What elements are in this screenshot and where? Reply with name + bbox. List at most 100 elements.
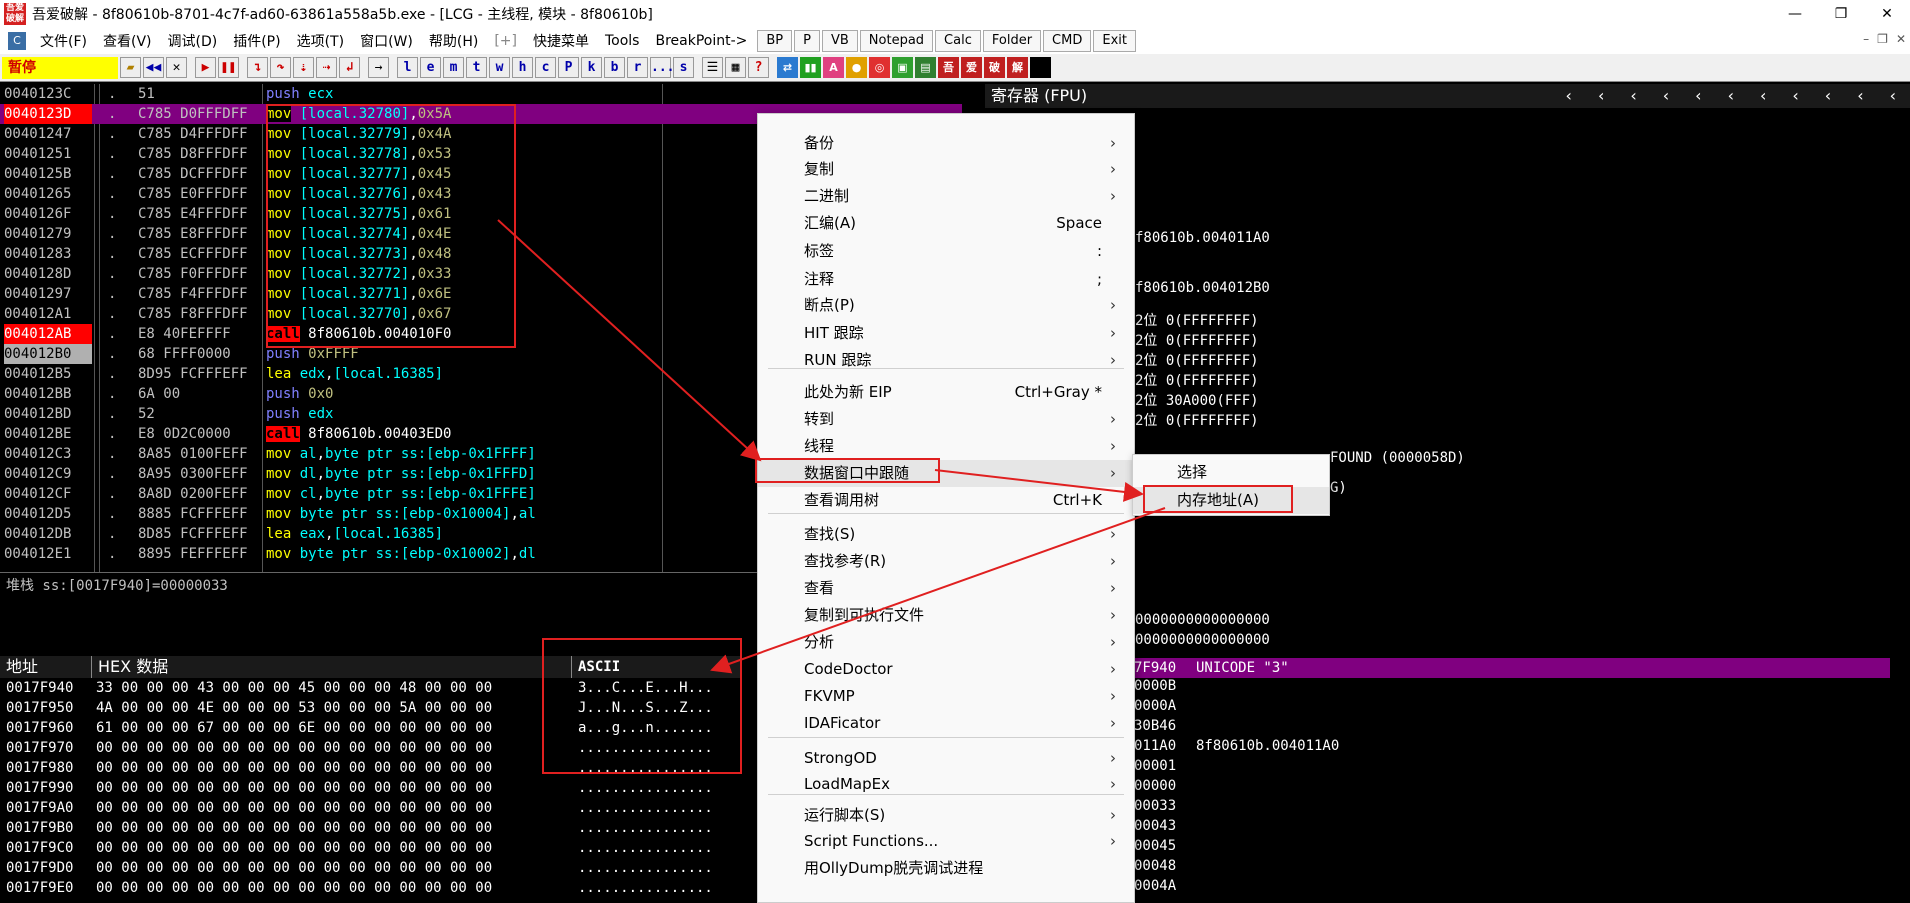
open-icon[interactable]: ▰ bbox=[120, 57, 141, 78]
folder-button[interactable]: Folder bbox=[982, 30, 1042, 52]
refresh-icon[interactable]: ⇄ bbox=[777, 57, 798, 78]
dump-row[interactable]: 0017F9C0 00 00 00 00 00 00 00 00 00 00 00… bbox=[0, 838, 742, 858]
stack-row[interactable]: 0000B bbox=[1134, 678, 1176, 694]
context-menu-item[interactable]: 复制 › bbox=[758, 156, 1134, 183]
plugin-po-icon[interactable]: 破 bbox=[984, 57, 1005, 78]
vb-button[interactable]: VB bbox=[821, 30, 858, 52]
black-square-icon[interactable] bbox=[1030, 57, 1051, 78]
register-line[interactable]: 0000000000000000 bbox=[1135, 612, 1270, 628]
context-menu-item[interactable]: 查看调用树 Ctrl+K bbox=[758, 487, 1134, 514]
stack-row[interactable]: 0000A bbox=[1134, 698, 1176, 714]
plugin-ai-icon[interactable]: 爱 bbox=[961, 57, 982, 78]
mdi-icon[interactable]: C bbox=[8, 32, 26, 50]
trace-over-icon[interactable]: ⇢ bbox=[316, 57, 337, 78]
close-button[interactable]: ✕ bbox=[1864, 0, 1910, 28]
cpu-window-button[interactable]: c bbox=[535, 57, 556, 78]
context-menu-item[interactable]: IDAFicator › bbox=[758, 710, 1134, 737]
cmd-button[interactable]: CMD bbox=[1043, 30, 1092, 52]
menu-tools[interactable]: Tools bbox=[597, 33, 648, 49]
record-icon[interactable]: ● bbox=[846, 57, 867, 78]
exit-button[interactable]: Exit bbox=[1093, 30, 1136, 52]
log-window-button[interactable]: l bbox=[397, 57, 418, 78]
menu-plus[interactable]: [+] bbox=[486, 33, 525, 49]
plugin-jie-icon[interactable]: 解 bbox=[1007, 57, 1028, 78]
register-line[interactable]: 2位 0(FFFFFFFF) bbox=[1135, 310, 1259, 330]
dump-header-hex[interactable]: HEX 数据 bbox=[92, 656, 572, 678]
close-file-icon[interactable]: ✕ bbox=[166, 57, 187, 78]
menu-debug[interactable]: 调试(D) bbox=[160, 31, 226, 51]
stack-top-row[interactable]: 7F940 UNICODE "3" bbox=[1130, 658, 1890, 678]
stack-row[interactable]: 00033 bbox=[1134, 798, 1176, 814]
menu-breakpoint[interactable]: BreakPoint-> bbox=[647, 33, 755, 49]
plugin-a-icon[interactable]: A bbox=[823, 57, 844, 78]
stack-row[interactable]: 30B46 bbox=[1134, 718, 1176, 734]
goto-icon[interactable]: → bbox=[368, 57, 389, 78]
menu-quick[interactable]: 快捷菜单 bbox=[525, 31, 597, 51]
menu-window[interactable]: 窗口(W) bbox=[352, 31, 421, 51]
modules-window-button[interactable]: e bbox=[420, 57, 441, 78]
register-scroll-arrows[interactable]: ‹ ‹ ‹ ‹ ‹ ‹ ‹ ‹ ‹ ‹ ‹ bbox=[1566, 84, 1896, 108]
plugin-wu-icon[interactable]: 吾 bbox=[938, 57, 959, 78]
help-icon[interactable]: ? bbox=[748, 57, 769, 78]
context-menu-item[interactable]: Script Functions... › bbox=[758, 828, 1134, 855]
register-line[interactable]: 2位 0(FFFFFFFF) bbox=[1135, 370, 1259, 390]
context-menu-item[interactable]: 注释; bbox=[758, 266, 1134, 293]
notepad-button[interactable]: Notepad bbox=[859, 30, 934, 52]
context-menu-item[interactable]: FKVMP › bbox=[758, 683, 1134, 710]
context-menu-item[interactable]: 分析 › bbox=[758, 629, 1134, 656]
windows-window-button[interactable]: w bbox=[489, 57, 510, 78]
callstack-window-button[interactable]: k bbox=[581, 57, 602, 78]
pause-icon[interactable]: ❚❚ bbox=[218, 57, 239, 78]
context-menu-item[interactable]: LoadMapEx › bbox=[758, 771, 1134, 798]
submenu-select[interactable]: 选择 bbox=[1133, 459, 1329, 486]
stack-row[interactable]: 00045 bbox=[1134, 838, 1176, 854]
restart-icon[interactable]: ◀◀ bbox=[143, 57, 164, 78]
register-line[interactable]: FOUND (0000058D) bbox=[1330, 450, 1465, 466]
stack-row[interactable]: 00000 bbox=[1134, 778, 1176, 794]
context-menu-item[interactable]: 查看 › bbox=[758, 575, 1134, 602]
context-menu-item[interactable]: 运行脚本(S) › bbox=[758, 802, 1134, 829]
context-menu-item[interactable]: 标签: bbox=[758, 238, 1134, 265]
plugin-pause-icon[interactable]: ▮▮ bbox=[800, 57, 821, 78]
execute-till-return-icon[interactable]: ↲ bbox=[339, 57, 360, 78]
context-menu-item[interactable]: 复制到可执行文件 › bbox=[758, 602, 1134, 629]
menu-plugins[interactable]: 插件(P) bbox=[225, 31, 288, 51]
calc-button[interactable]: Calc bbox=[935, 30, 981, 52]
minimize-button[interactable]: — bbox=[1772, 0, 1818, 28]
context-menu-item[interactable]: 查找参考(R) › bbox=[758, 548, 1134, 575]
register-line[interactable]: G) bbox=[1330, 480, 1347, 496]
p-button[interactable]: P bbox=[794, 30, 820, 52]
stack-row[interactable]: 0004A bbox=[1134, 878, 1176, 894]
mdi-restore-button[interactable]: ❐ bbox=[1877, 32, 1888, 46]
context-menu-item[interactable]: CodeDoctor › bbox=[758, 656, 1134, 683]
patches-window-button[interactable]: P bbox=[558, 57, 579, 78]
target-icon[interactable]: ◎ bbox=[869, 57, 890, 78]
disasm-row[interactable]: 0040123C. 51 push ecx bbox=[0, 84, 962, 104]
stack-row[interactable]: 011A0 bbox=[1134, 738, 1176, 754]
register-line[interactable]: f80610b.004011A0 bbox=[1135, 230, 1270, 246]
register-line[interactable]: 2位 0(FFFFFFFF) bbox=[1135, 410, 1259, 430]
dump-row[interactable]: 0017F9D0 00 00 00 00 00 00 00 00 00 00 00… bbox=[0, 858, 742, 878]
context-menu-item[interactable]: RUN 跟踪 › bbox=[758, 347, 1134, 374]
dump-row[interactable]: 0017F9B0 00 00 00 00 00 00 00 00 00 00 00… bbox=[0, 818, 742, 838]
register-line[interactable]: f80610b.004012B0 bbox=[1135, 280, 1270, 296]
context-menu-item[interactable]: 线程 › bbox=[758, 433, 1134, 460]
calculator-icon[interactable]: ▤ bbox=[915, 57, 936, 78]
stack-pane[interactable]: 7F940 UNICODE "3" 0000B 0000A 30B46 011A… bbox=[1130, 656, 1910, 903]
context-menu-item[interactable]: StrongOD › bbox=[758, 745, 1134, 772]
mdi-minimize-button[interactable]: – bbox=[1863, 32, 1869, 46]
register-line[interactable]: 0000000000000000 bbox=[1135, 632, 1270, 648]
context-menu-item[interactable]: HIT 跟踪 › bbox=[758, 320, 1134, 347]
dump-header-address[interactable]: 地址 bbox=[0, 656, 92, 678]
stack-row[interactable]: 00043 bbox=[1134, 818, 1176, 834]
register-line[interactable]: 2位 0(FFFFFFFF) bbox=[1135, 350, 1259, 370]
context-menu-item[interactable]: 汇编(A) Space bbox=[758, 210, 1134, 237]
maximize-button[interactable]: ❐ bbox=[1818, 0, 1864, 28]
memory-window-button[interactable]: m bbox=[443, 57, 464, 78]
menu-help[interactable]: 帮助(H) bbox=[421, 31, 486, 51]
breakpoints-window-button[interactable]: b bbox=[604, 57, 625, 78]
step-into-icon[interactable]: ↴ bbox=[247, 57, 268, 78]
menu-options[interactable]: 选项(T) bbox=[289, 31, 352, 51]
references-window-button[interactable]: r bbox=[627, 57, 648, 78]
context-menu-item[interactable]: 用OllyDump脱壳调试进程 bbox=[758, 855, 1134, 882]
